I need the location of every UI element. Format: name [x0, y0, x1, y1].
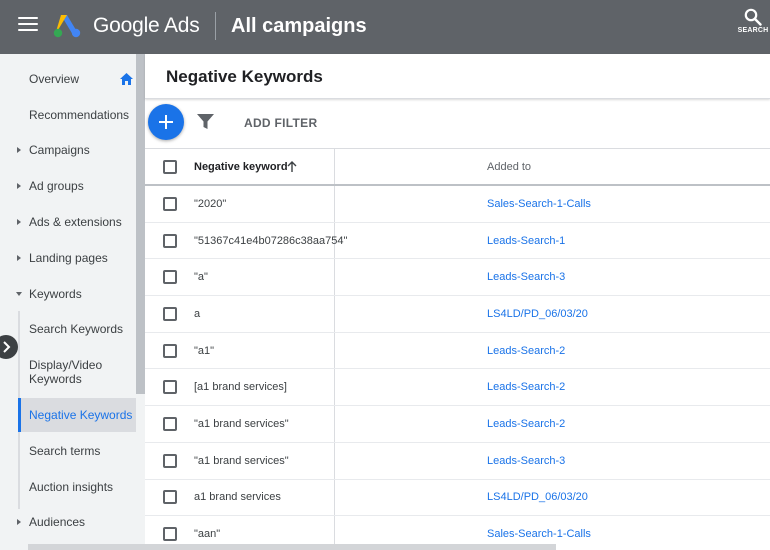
added-to-link[interactable]: Sales-Search-1-Calls: [487, 198, 591, 210]
sidebar-item-label: Landing pages: [29, 251, 108, 265]
sidebar-item-label: Ad groups: [29, 179, 84, 193]
sidebar-item-ads-extensions[interactable]: Ads & extensions: [0, 205, 136, 239]
table-row: a1 brand services LS4LD/PD_06/03/20: [145, 480, 770, 517]
scrollbar-thumb[interactable]: [28, 544, 556, 550]
column-header-added-to[interactable]: Added to: [487, 161, 531, 173]
sidebar-item-label: Display/Video Keywords: [29, 358, 103, 386]
added-to-link[interactable]: Leads-Search-2: [487, 418, 565, 430]
sidebar-item-overview[interactable]: Overview: [0, 62, 136, 96]
filter-icon[interactable]: [197, 114, 214, 130]
page-title: Negative Keywords: [166, 67, 323, 86]
caret-right-icon: [17, 147, 21, 153]
arrow-up-icon[interactable]: [286, 160, 298, 173]
sidebar-item-auction-insights[interactable]: Auction insights: [0, 470, 136, 504]
sidebar-item-display-video-keywords[interactable]: Display/Video Keywords: [0, 349, 136, 395]
added-to-link[interactable]: Sales-Search-1-Calls: [487, 528, 591, 540]
sidebar-scrollbar[interactable]: [136, 54, 145, 394]
keyword-cell: "a1 brand services": [194, 454, 289, 467]
add-filter-button[interactable]: ADD FILTER: [244, 116, 317, 130]
table-header: Negative keyword Added to: [145, 148, 770, 186]
brand-name: Google Ads: [93, 14, 200, 37]
row-checkbox[interactable]: [163, 380, 177, 395]
sidebar-item-label: Keywords: [29, 287, 82, 301]
caret-down-icon: [16, 292, 22, 296]
sidebar-item-recommendations[interactable]: Recommendations: [0, 98, 136, 132]
account-title: All campaigns: [231, 15, 367, 37]
menu-icon[interactable]: [18, 17, 38, 33]
sidebar-item-label: Auction insights: [29, 480, 114, 494]
table-row: [a1 brand services] Leads-Search-2: [145, 370, 770, 407]
top-app-bar: Google Ads All campaigns SEARCH: [0, 0, 770, 54]
table-row: "a1" Leads-Search-2: [145, 333, 770, 370]
home-icon: [120, 73, 133, 85]
keyword-cell: a: [194, 307, 201, 320]
sidebar-item-search-terms[interactable]: Search terms: [0, 434, 136, 468]
caret-right-icon: [17, 255, 21, 261]
added-to-link[interactable]: Leads-Search-2: [487, 345, 565, 357]
sidebar-item-audiences[interactable]: Audiences: [0, 505, 136, 539]
caret-right-icon: [17, 183, 21, 189]
table-row: "2020" Sales-Search-1-Calls: [145, 186, 770, 223]
sidebar-item-label: Ads & extensions: [29, 215, 122, 229]
keyword-cell: "aan": [194, 528, 221, 541]
sidebar-item-label: Overview: [29, 72, 80, 86]
caret-right-icon: [17, 219, 21, 225]
keyword-cell: a1 brand services: [194, 491, 281, 504]
table-row: "a" Leads-Search-3: [145, 259, 770, 297]
row-checkbox[interactable]: [163, 453, 177, 468]
row-checkbox[interactable]: [163, 196, 177, 211]
keyword-cell: "51367c41e4b07286c38aa754": [194, 234, 348, 247]
sidebar-item-label: Recommendations: [29, 108, 130, 122]
table-row: "a1 brand services" Leads-Search-2: [145, 406, 770, 443]
keyword-cell: "a": [194, 271, 208, 284]
keyword-cell: "2020": [194, 197, 227, 210]
sidebar-item-label: Search Keywords: [29, 322, 124, 336]
sidebar-item-label: Audiences: [29, 515, 86, 529]
sidebar-item-label: Campaigns: [29, 143, 90, 157]
row-checkbox[interactable]: [163, 306, 177, 321]
sidebar-item-ad-groups[interactable]: Ad groups: [0, 169, 136, 203]
add-button[interactable]: [148, 104, 184, 140]
page-header: Negative Keywords: [145, 54, 770, 99]
horizontal-scrollbar[interactable]: [28, 544, 556, 550]
row-checkbox[interactable]: [163, 233, 177, 248]
select-all-checkbox[interactable]: [163, 159, 177, 174]
sidebar-item-label: Search terms: [29, 444, 101, 458]
keyword-cell: "a1": [194, 344, 215, 357]
sidebar-item-label: Negative Keywords: [29, 408, 133, 422]
row-checkbox[interactable]: [163, 527, 177, 542]
caret-right-icon: [17, 519, 21, 525]
column-header-negative-keyword[interactable]: Negative keyword: [194, 161, 288, 173]
row-checkbox[interactable]: [163, 490, 177, 505]
added-to-link[interactable]: Leads-Search-3: [487, 271, 565, 283]
sidebar-item-keywords[interactable]: Keywords: [0, 277, 136, 311]
sidebar-item-search-keywords[interactable]: Search Keywords: [0, 312, 136, 346]
added-to-link[interactable]: Leads-Search-2: [487, 381, 565, 393]
google-ads-logo: [53, 15, 81, 38]
keyword-cell: [a1 brand services]: [194, 381, 287, 394]
row-checkbox[interactable]: [163, 343, 177, 358]
sidebar-item-negative-keywords[interactable]: Negative Keywords: [18, 398, 136, 432]
table-row: "a1 brand services" Leads-Search-3: [145, 443, 770, 480]
table-row: a LS4LD/PD_06/03/20: [145, 296, 770, 333]
added-to-link[interactable]: LS4LD/PD_06/03/20: [487, 308, 588, 320]
table-row: "51367c41e4b07286c38aa754" Leads-Search-…: [145, 223, 770, 260]
added-to-link[interactable]: Leads-Search-3: [487, 455, 565, 467]
sidebar-item-landing-pages[interactable]: Landing pages: [0, 241, 136, 275]
added-to-link[interactable]: LS4LD/PD_06/03/20: [487, 491, 588, 503]
chevron-right-icon: [3, 341, 11, 353]
sidebar-item-campaigns[interactable]: Campaigns: [0, 133, 136, 167]
keyword-cell: "a1 brand services": [194, 418, 289, 431]
sidebar: Overview Recommendations Campaigns Ad gr…: [0, 54, 145, 550]
collapse-sidebar-button[interactable]: [0, 335, 18, 359]
added-to-link[interactable]: Leads-Search-1: [487, 235, 565, 247]
search-icon: [744, 8, 762, 26]
row-checkbox[interactable]: [163, 270, 177, 285]
search-label: SEARCH: [737, 27, 769, 34]
divider: [215, 12, 216, 40]
search-button[interactable]: SEARCH: [736, 8, 770, 44]
row-checkbox[interactable]: [163, 417, 177, 432]
